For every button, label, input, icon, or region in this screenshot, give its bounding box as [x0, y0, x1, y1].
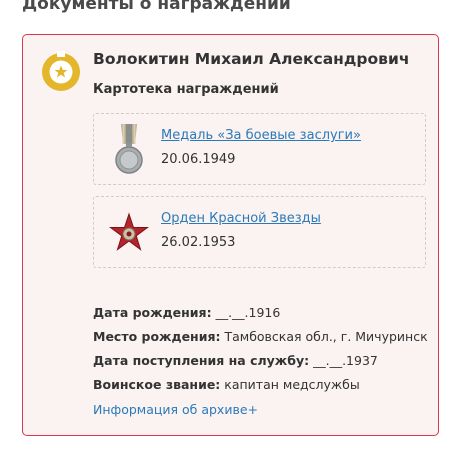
service-start-value: __.__.1937: [313, 353, 378, 368]
award-item: Орден Красной Звезды 26.02.1953: [93, 196, 426, 268]
award-date: 26.02.1953: [161, 235, 236, 250]
birth-date-value: __.__.1916: [215, 305, 281, 320]
star-medal-badge-icon: [42, 51, 80, 91]
service-start-label: Дата поступления на службу:: [93, 353, 310, 368]
card-index-title: Картотека награждений: [93, 82, 279, 97]
birth-date-label: Дата рождения:: [93, 305, 212, 320]
section-title: Документы о награждении: [22, 0, 291, 14]
birth-place-label: Место рождения:: [93, 329, 221, 344]
birth-place-value: Тамбовская обл., г. Мичуринск: [224, 329, 428, 344]
service-start-row: Дата поступления на службу: __.__.1937: [93, 353, 378, 368]
rank-label: Воинское звание:: [93, 377, 221, 392]
red-star-order-icon: [109, 212, 149, 251]
award-date: 20.06.1949: [161, 152, 236, 167]
medal-icon: [115, 124, 143, 174]
birth-place-row: Место рождения: Тамбовская обл., г. Мичу…: [93, 329, 428, 344]
award-item: Медаль «За боевые заслуги» 20.06.1949: [93, 113, 426, 185]
rank-value: капитан медслужбы: [224, 377, 360, 392]
award-link[interactable]: Медаль «За боевые заслуги»: [161, 128, 361, 143]
rank-row: Воинское звание: капитан медслужбы: [93, 377, 360, 392]
archive-info-link[interactable]: Информация об архиве+: [93, 402, 258, 417]
birth-date-row: Дата рождения: __.__.1916: [93, 305, 280, 320]
award-link[interactable]: Орден Красной Звезды: [161, 211, 321, 226]
person-name: Волокитин Михаил Александрович: [93, 50, 410, 68]
